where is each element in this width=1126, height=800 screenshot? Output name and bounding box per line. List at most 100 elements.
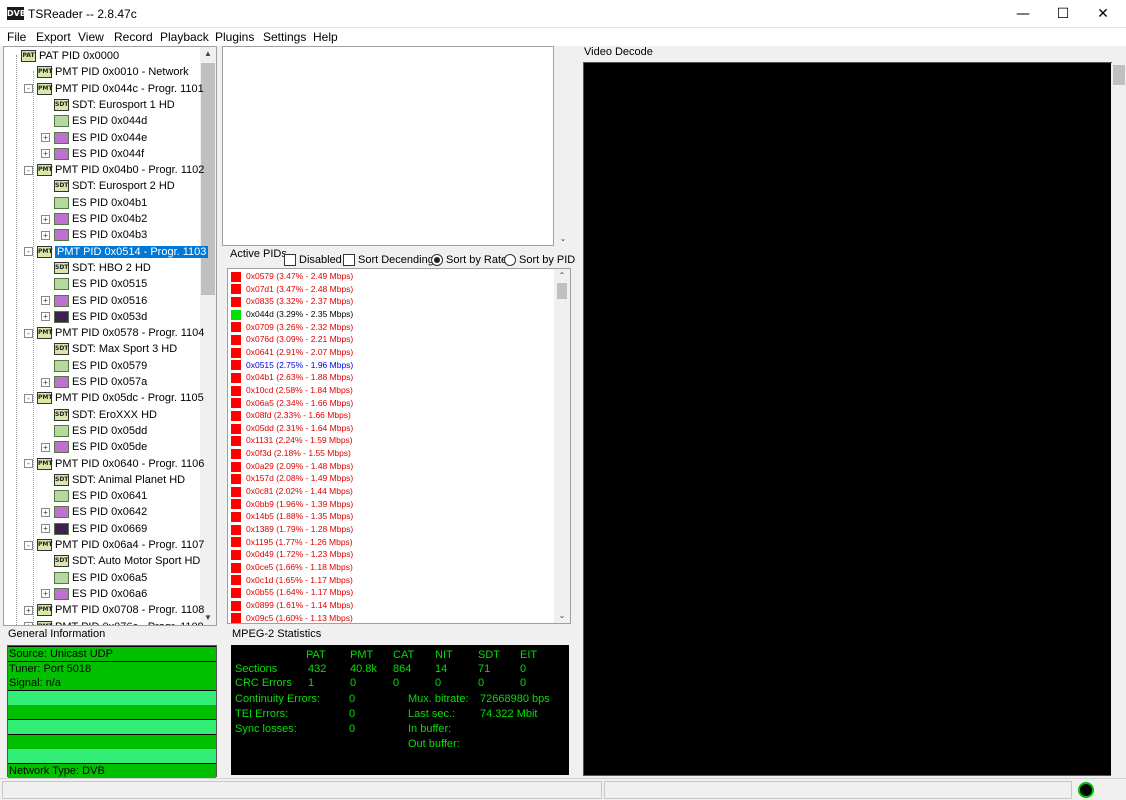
close-button[interactable]: ✕ (1080, 0, 1126, 28)
info-scrollbar[interactable]: ⌄ (556, 46, 570, 246)
expand-icon[interactable]: + (41, 214, 50, 224)
tree-item[interactable]: PMT PMT PID 0x0010 - Network (24, 64, 189, 80)
tree-item[interactable]: ES PID 0x06a5 (41, 570, 147, 586)
pid-row[interactable]: 0x08fd (2.33% - 1.66 Mbps) (231, 409, 351, 422)
menu-file[interactable]: File (7, 30, 26, 44)
tree-item[interactable]: + ES PID 0x04b3 (41, 227, 147, 243)
tree-item[interactable]: + ES PID 0x0642 (41, 504, 147, 520)
tree-item[interactable]: PAT PAT PID 0x0000 (8, 48, 119, 64)
tree-item[interactable]: + PMTPMT PID 0x076c - Progr. 1109 (24, 619, 204, 625)
pid-row[interactable]: 0x0d49 (1.72% - 1.23 Mbps) (231, 548, 353, 561)
pid-row[interactable]: 0x0515 (2.75% - 1.96 Mbps) (231, 359, 353, 372)
pid-row[interactable]: 0x14b5 (1.88% - 1.35 Mbps) (231, 510, 353, 523)
collapse-icon[interactable]: - (24, 328, 33, 338)
pid-row[interactable]: 0x06a5 (2.34% - 1.66 Mbps) (231, 397, 353, 410)
expand-icon[interactable]: + (41, 524, 50, 534)
menu-settings[interactable]: Settings (263, 30, 306, 44)
tree-item[interactable]: - PMT PMT PID 0x06a4 - Progr. 1107 (24, 537, 204, 553)
expand-icon[interactable]: + (41, 230, 50, 240)
menu-record[interactable]: Record (114, 30, 153, 44)
disabled-checkbox[interactable]: Disabled (284, 254, 342, 267)
pid-row[interactable]: 0x0641 (2.91% - 2.07 Mbps) (231, 346, 353, 359)
pid-row[interactable]: 0x09c5 (1.60% - 1.13 Mbps) (231, 612, 353, 623)
chevron-down-icon[interactable]: ⌄ (556, 232, 570, 246)
sort-by-pid-radio[interactable]: Sort by PID (504, 254, 575, 267)
collapse-icon[interactable]: - (24, 84, 33, 94)
expand-icon[interactable]: + (24, 605, 33, 615)
tree-item[interactable]: + ES PID 0x044e (41, 130, 147, 146)
tree-item[interactable]: + ES PID 0x0669 (41, 521, 147, 537)
tree-item[interactable]: + ES PID 0x04b2 (41, 211, 147, 227)
sort-by-rate-radio[interactable]: Sort by Rate (431, 254, 507, 267)
chevron-down-icon[interactable]: ⌄ (554, 609, 570, 623)
expand-icon[interactable]: + (41, 296, 50, 306)
tree-item[interactable]: + ES PID 0x053d (41, 309, 147, 325)
active-pids-list[interactable]: ⌃ ⌄ 0x0579 (3.47% - 2.49 Mbps) 0x07d1 (3.… (227, 268, 571, 624)
pid-row[interactable]: 0x0a29 (2.09% - 1.48 Mbps) (231, 460, 353, 473)
collapse-icon[interactable]: - (24, 247, 33, 257)
pid-row[interactable]: 0x0f3d (2.18% - 1.55 Mbps) (231, 447, 351, 460)
menu-plugins[interactable]: Plugins (215, 30, 254, 44)
pid-row[interactable]: 0x10cd (2.58% - 1.84 Mbps) (231, 384, 353, 397)
pid-row[interactable]: 0x04b1 (2.63% - 1.88 Mbps) (231, 371, 353, 384)
pid-row[interactable]: 0x076d (3.09% - 2.21 Mbps) (231, 333, 353, 346)
expand-icon[interactable]: + (41, 442, 50, 452)
collapse-icon[interactable]: - (24, 459, 33, 469)
scroll-up-icon[interactable]: ▲ (200, 47, 216, 61)
tree-item[interactable]: SDT SDT: Max Sport 3 HD (41, 341, 177, 357)
tree-item[interactable]: ES PID 0x05dd (41, 423, 147, 439)
pid-row[interactable]: 0x1131 (2.24% - 1.59 Mbps) (231, 434, 353, 447)
menu-playback[interactable]: Playback (160, 30, 209, 44)
chevron-up-icon[interactable]: ⌃ (554, 269, 570, 283)
tree-item[interactable]: + ES PID 0x05de (41, 439, 147, 455)
tree-item[interactable]: ES PID 0x0515 (41, 276, 147, 292)
tree-item[interactable]: - PMT PMT PID 0x0640 - Progr. 1106 (24, 456, 204, 472)
menu-view[interactable]: View (78, 30, 104, 44)
tree-item[interactable]: - PMT PMT PID 0x044c - Progr. 1101 (24, 81, 204, 97)
tree-item[interactable]: SDT SDT: Eurosport 1 HD (41, 97, 175, 113)
sort-descending-checkbox[interactable]: Sort Decending (343, 254, 434, 267)
tree-item[interactable]: - PMT PMT PID 0x04b0 - Progr. 1102 (24, 162, 204, 178)
tree-item[interactable]: + ES PID 0x06a6 (41, 586, 147, 602)
pid-row[interactable]: 0x1389 (1.79% - 1.28 Mbps) (231, 523, 353, 536)
tree-item[interactable]: SDT SDT: HBO 2 HD (41, 260, 151, 276)
video-decode-area[interactable] (583, 62, 1126, 777)
pid-row[interactable]: 0x0ce5 (1.66% - 1.18 Mbps) (231, 561, 353, 574)
pid-row[interactable]: 0x0899 (1.61% - 1.14 Mbps) (231, 599, 353, 612)
pid-row[interactable]: 0x0c1d (1.65% - 1.17 Mbps) (231, 574, 353, 587)
collapse-icon[interactable]: - (24, 393, 33, 403)
expand-icon[interactable]: + (41, 589, 50, 599)
video-scrollbar[interactable] (1111, 63, 1126, 777)
tree-item[interactable]: + ES PID 0x0516 (41, 293, 147, 309)
tree-item[interactable]: + ES PID 0x057a (41, 374, 147, 390)
expand-icon[interactable]: + (41, 507, 50, 517)
info-text-box[interactable] (222, 46, 554, 246)
expand-icon[interactable]: + (41, 377, 50, 387)
tree-scroll-thumb[interactable] (201, 63, 215, 295)
collapse-icon[interactable]: - (24, 165, 33, 175)
tree-item[interactable]: SDT SDT: Animal Planet HD (41, 472, 185, 488)
pid-row[interactable]: 0x0c81 (2.02% - 1.44 Mbps) (231, 485, 353, 498)
menu-help[interactable]: Help (313, 30, 338, 44)
tree-item[interactable]: - PMT PMT PID 0x0514 - Progr. 1103 (24, 244, 209, 260)
pid-row[interactable]: 0x0709 (3.26% - 2.32 Mbps) (231, 321, 353, 334)
pid-row[interactable]: 0x0579 (3.47% - 2.49 Mbps) (231, 270, 353, 283)
pids-scroll-thumb[interactable] (557, 283, 567, 299)
pid-row[interactable]: 0x05dd (2.31% - 1.64 Mbps) (231, 422, 353, 435)
tree-item[interactable]: + ES PID 0x044f (41, 146, 144, 162)
menu-export[interactable]: Export (36, 30, 71, 44)
pid-row[interactable]: 0x157d (2.08% - 1.49 Mbps) (231, 472, 353, 485)
pid-row[interactable]: 0x0835 (3.32% - 2.37 Mbps) (231, 295, 353, 308)
tree-item[interactable]: ES PID 0x0641 (41, 488, 147, 504)
video-scroll-thumb[interactable] (1113, 65, 1125, 85)
tree-item[interactable]: SDT SDT: Eurosport 2 HD (41, 178, 175, 194)
tree-item[interactable]: SDT SDT: EroXXX HD (41, 407, 157, 423)
expand-icon[interactable]: + (41, 149, 50, 159)
pids-scrollbar[interactable]: ⌃ ⌄ (554, 269, 570, 623)
tree-item[interactable]: - PMT PMT PID 0x05dc - Progr. 1105 (24, 390, 204, 406)
tree-item[interactable]: ES PID 0x044d (41, 113, 147, 129)
tree-item[interactable]: + PMT PMT PID 0x0708 - Progr. 1108 (24, 602, 204, 618)
expand-icon[interactable]: + (41, 312, 50, 322)
tree-item[interactable]: ES PID 0x0579 (41, 358, 147, 374)
pid-tree-view[interactable]: ▲ ▼ PAT PAT PID 0x0000 PMT PMT PID 0x0010 -… (3, 46, 217, 626)
